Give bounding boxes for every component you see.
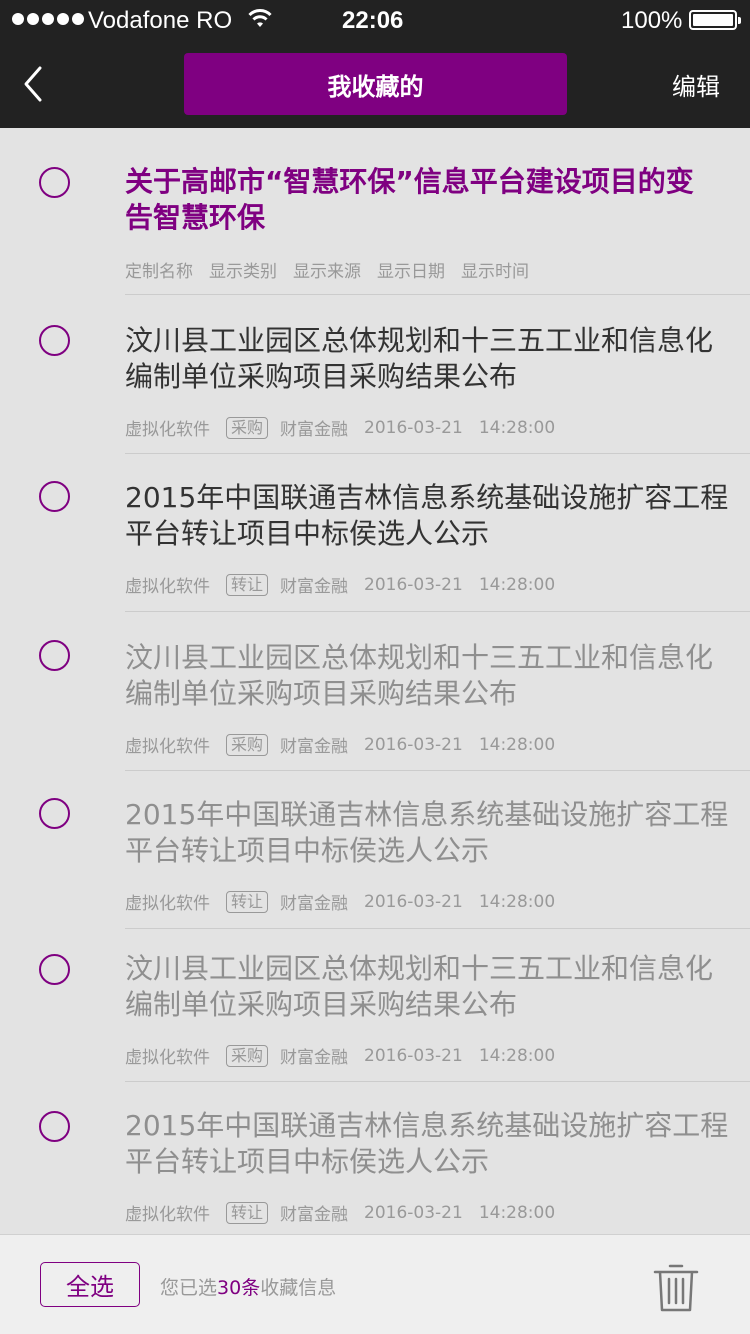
item-meta: 虚拟化软件 采购 财富金融 2016-03-21 14:28:00: [125, 415, 571, 440]
item-title-line2: 编制单位采购项目采购结果公布: [125, 360, 518, 393]
list-item[interactable]: 2015年中国联通吉林信息系统基础设施扩容工程 平台转让项目中标侯选人公示 虚拟…: [0, 771, 750, 929]
meta-date: 2016-03-21: [364, 891, 463, 912]
item-title-line2: 告智慧环保: [125, 201, 266, 234]
meta-time: 14:28:00: [478, 1045, 556, 1066]
select-radio[interactable]: [39, 325, 70, 356]
meta-date: 2016-03-21: [364, 574, 463, 595]
battery-icon: [689, 10, 741, 30]
list-item[interactable]: 关于高邮市“智慧环保”信息平台建设项目的变 告智慧环保 定制名称 显示类别 显示…: [0, 128, 750, 295]
status-bar: Vodafone RO 22:06 100%: [0, 0, 750, 40]
trash-icon[interactable]: [652, 1261, 700, 1313]
selected-count: 30条: [217, 1277, 261, 1299]
meta-date: 2016-03-21: [364, 417, 463, 438]
list-item[interactable]: 汶川县工业园区总体规划和十三五工业和信息化 编制单位采购项目采购结果公布 虚拟化…: [0, 929, 750, 1082]
page-title: 我收藏的: [184, 53, 567, 115]
meta-source: 财富金融: [280, 737, 349, 757]
item-meta: 虚拟化软件 采购 财富金融 2016-03-21 14:28:00: [125, 1043, 571, 1068]
category-tag: 转让: [226, 573, 269, 596]
signal-strength-icon: [12, 13, 84, 25]
category-tag: 转让: [226, 890, 269, 913]
meta-source: 财富金融: [280, 894, 349, 914]
wifi-icon: [248, 9, 272, 27]
item-title-line2: 平台转让项目中标侯选人公示: [125, 1145, 490, 1178]
item-title-line1: 关于高邮市“智慧环保”信息平台建设项目的变: [125, 165, 694, 198]
meta-date: 2016-03-21: [364, 1202, 463, 1223]
meta-time: 显示时间: [461, 262, 529, 282]
meta-category: 虚拟化软件: [125, 577, 210, 597]
item-title-line1: 汶川县工业园区总体规划和十三五工业和信息化: [125, 324, 714, 357]
select-radio[interactable]: [39, 167, 70, 198]
list-item[interactable]: 2015年中国联通吉林信息系统基础设施扩容工程 平台转让项目中标侯选人公示 虚拟…: [0, 454, 750, 612]
item-title-line1: 2015年中国联通吉林信息系统基础设施扩容工程: [125, 481, 729, 514]
selected-count-text: 您已选30条收藏信息: [160, 1273, 336, 1300]
select-radio[interactable]: [39, 481, 70, 512]
list-item[interactable]: 2015年中国联通吉林信息系统基础设施扩容工程 平台转让项目中标侯选人公示 虚拟…: [0, 1082, 750, 1234]
list-item[interactable]: 汶川县工业园区总体规划和十三五工业和信息化 编制单位采购项目采购结果公布 虚拟化…: [0, 612, 750, 771]
selected-info-prefix: 您已选: [160, 1277, 218, 1299]
item-title-line1: 2015年中国联通吉林信息系统基础设施扩容工程: [125, 1109, 729, 1142]
meta-date: 2016-03-21: [364, 1045, 463, 1066]
item-title-line2: 平台转让项目中标侯选人公示: [125, 834, 490, 867]
meta-category: 虚拟化软件: [125, 420, 210, 440]
item-meta: 虚拟化软件 采购 财富金融 2016-03-21 14:28:00: [125, 732, 571, 757]
favorites-list: 关于高邮市“智慧环保”信息平台建设项目的变 告智慧环保 定制名称 显示类别 显示…: [0, 128, 750, 1234]
select-radio[interactable]: [39, 798, 70, 829]
select-radio[interactable]: [39, 1111, 70, 1142]
category-tag: 转让: [226, 1201, 269, 1224]
meta-date: 2016-03-21: [364, 734, 463, 755]
edit-button[interactable]: 编辑: [672, 67, 720, 102]
meta-category: 虚拟化软件: [125, 1048, 210, 1068]
meta-time: 14:28:00: [478, 891, 556, 912]
category-tag: 采购: [226, 733, 269, 756]
item-title-line2: 编制单位采购项目采购结果公布: [125, 677, 518, 710]
select-radio[interactable]: [39, 640, 70, 671]
list-item[interactable]: 汶川县工业园区总体规划和十三五工业和信息化 编制单位采购项目采购结果公布 虚拟化…: [0, 295, 750, 454]
meta-date: 显示日期: [377, 262, 445, 282]
item-title-line1: 2015年中国联通吉林信息系统基础设施扩容工程: [125, 798, 729, 831]
meta-category: 虚拟化软件: [125, 737, 210, 757]
meta-source: 财富金融: [280, 577, 349, 597]
item-meta: 虚拟化软件 转让 财富金融 2016-03-21 14:28:00: [125, 1200, 571, 1225]
back-arrow-icon[interactable]: [20, 64, 60, 104]
selected-info-suffix: 收藏信息: [260, 1277, 337, 1299]
meta-time: 14:28:00: [478, 417, 556, 438]
meta-source: 显示来源: [293, 262, 361, 282]
status-time: 22:06: [342, 7, 404, 34]
item-meta: 虚拟化软件 转让 财富金融 2016-03-21 14:28:00: [125, 572, 571, 597]
item-meta: 虚拟化软件 转让 财富金融 2016-03-21 14:28:00: [125, 889, 571, 914]
meta-category: 虚拟化软件: [125, 1205, 210, 1225]
category-tag: 采购: [226, 1044, 269, 1067]
app-header: Vodafone RO 22:06 100% 我收藏的 编辑: [0, 0, 750, 128]
select-all-button[interactable]: 全选: [40, 1262, 140, 1307]
item-title-line2: 编制单位采购项目采购结果公布: [125, 988, 518, 1021]
meta-time: 14:28:00: [478, 734, 556, 755]
meta-source: 财富金融: [280, 1048, 349, 1068]
meta-source: 财富金融: [280, 420, 349, 440]
carrier-name: Vodafone RO: [88, 7, 233, 34]
battery-percent: 100%: [621, 7, 683, 34]
meta-source: 财富金融: [280, 1205, 349, 1225]
meta-time: 14:28:00: [478, 1202, 556, 1223]
item-title-line1: 汶川县工业园区总体规划和十三五工业和信息化: [125, 641, 714, 674]
item-meta: 定制名称 显示类别 显示来源 显示日期 显示时间: [125, 257, 545, 282]
selection-toolbar: 全选 您已选30条收藏信息: [0, 1234, 750, 1334]
meta-custom-name: 定制名称: [125, 262, 193, 282]
item-title-line2: 平台转让项目中标侯选人公示: [125, 517, 490, 550]
meta-category: 虚拟化软件: [125, 894, 210, 914]
category-tag: 采购: [226, 416, 269, 439]
meta-time: 14:28:00: [478, 574, 556, 595]
select-radio[interactable]: [39, 954, 70, 985]
meta-category: 显示类别: [209, 262, 277, 282]
item-title-line1: 汶川县工业园区总体规划和十三五工业和信息化: [125, 952, 714, 985]
